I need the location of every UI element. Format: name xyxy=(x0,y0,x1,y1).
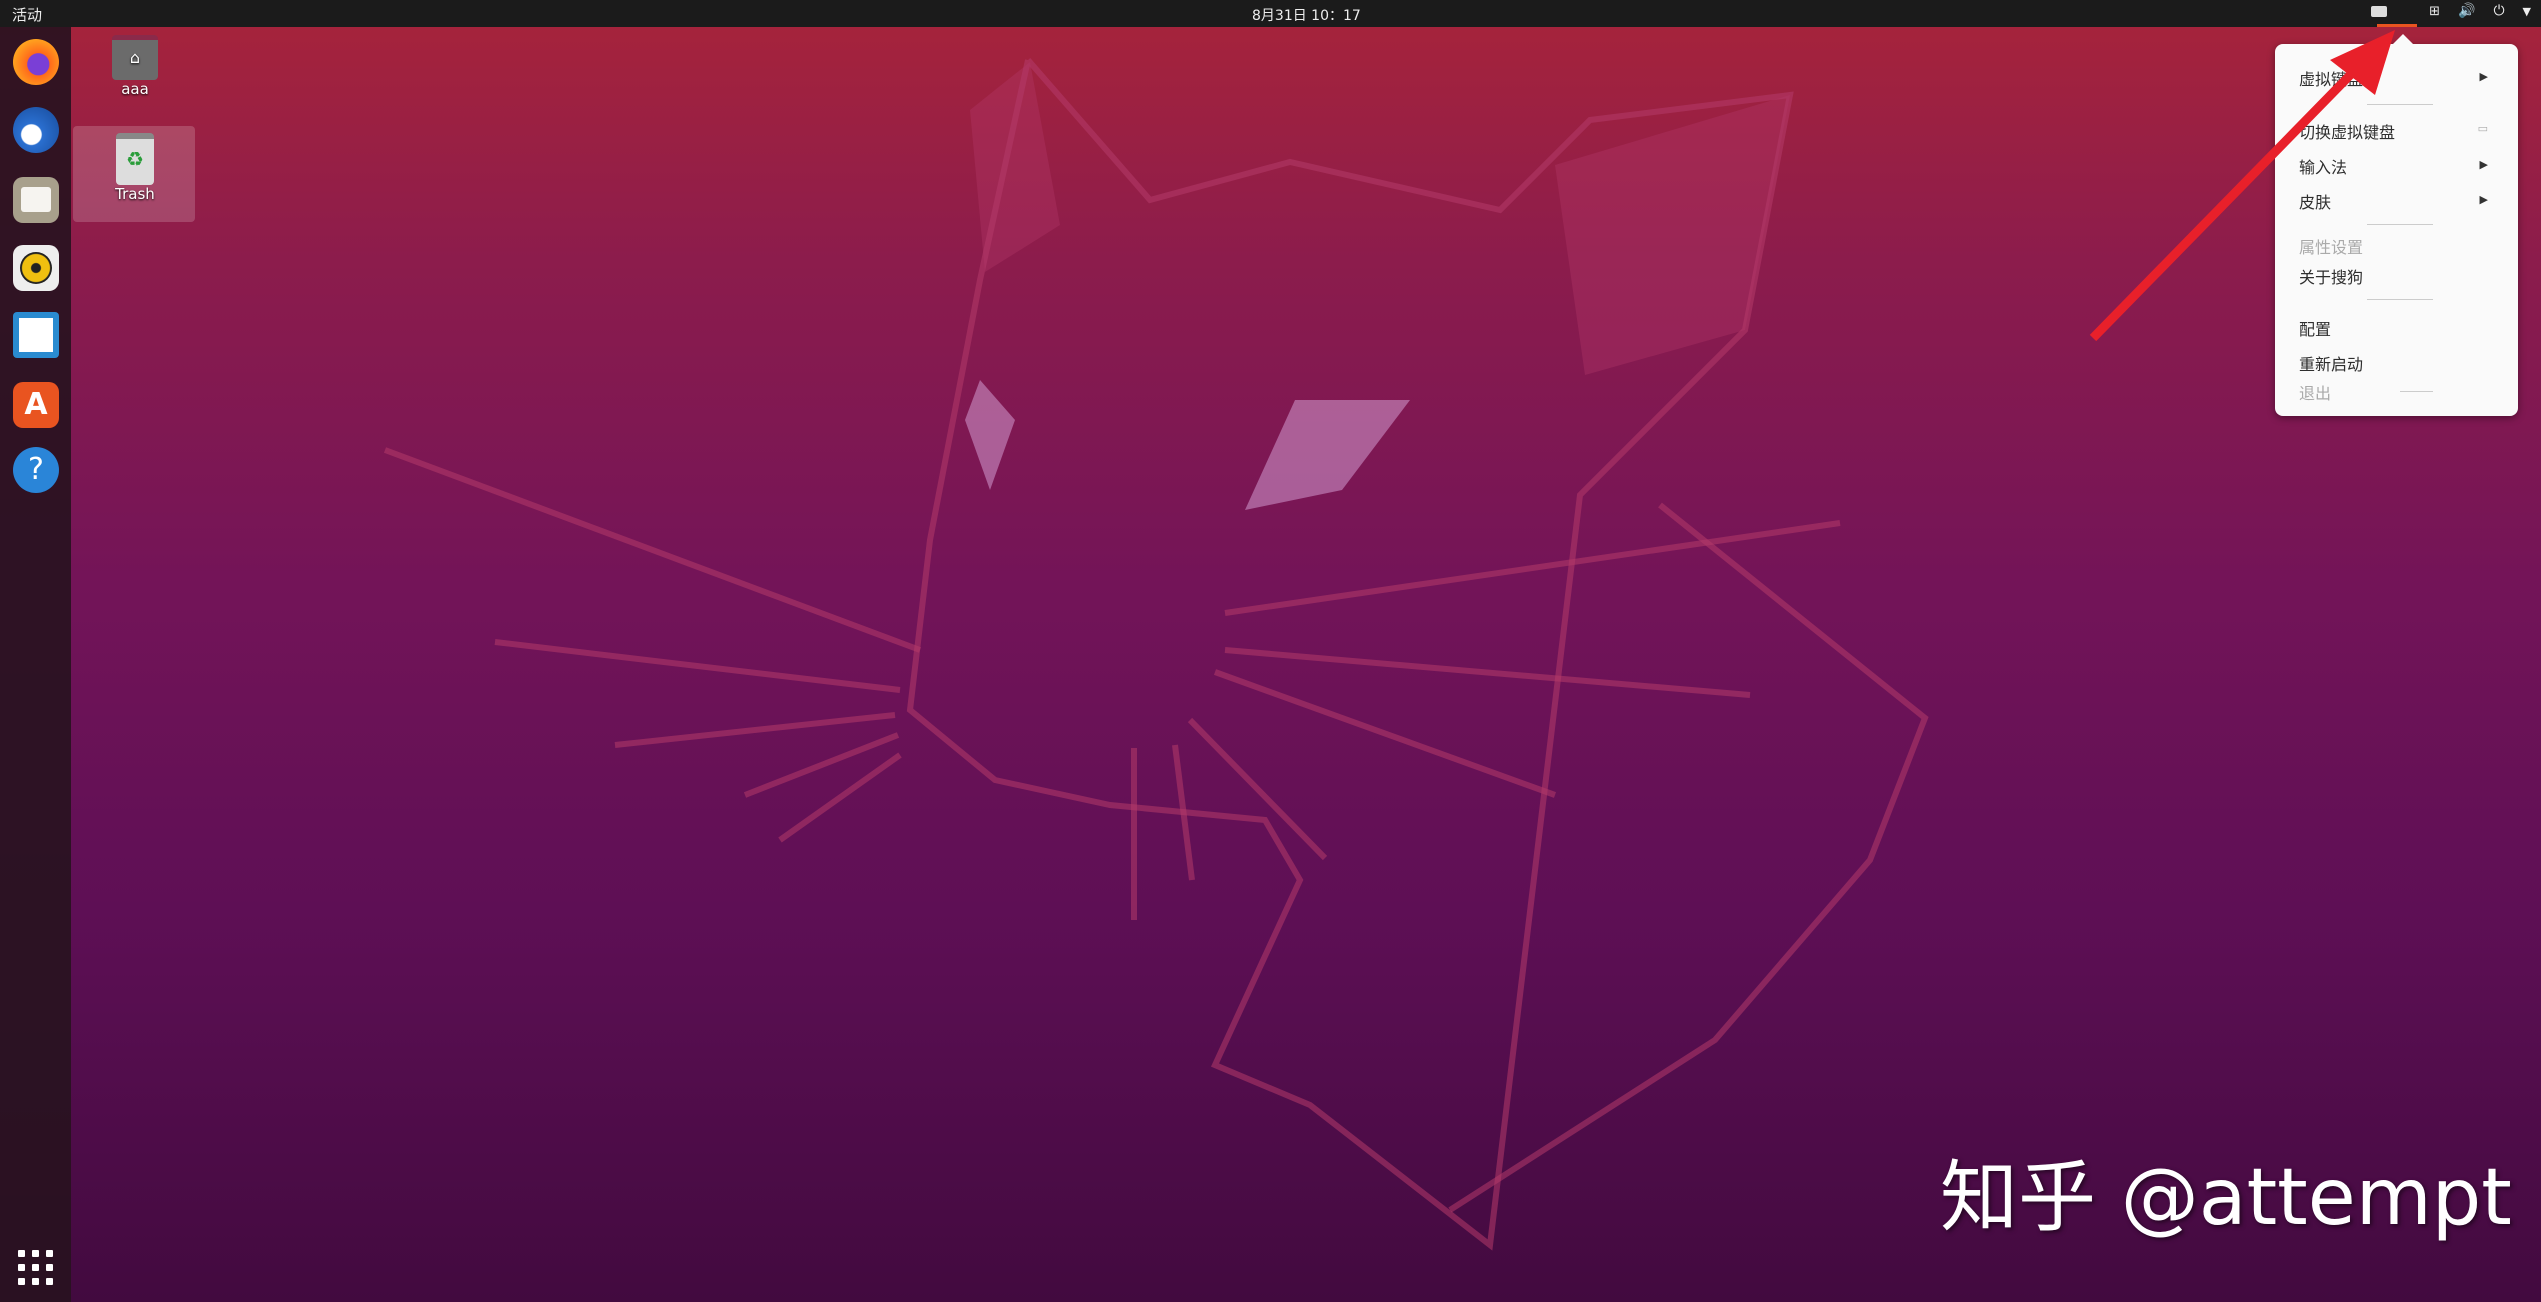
watermark: 知乎 @attempt xyxy=(1940,1153,2512,1243)
annotation-arrow xyxy=(2089,30,2395,342)
